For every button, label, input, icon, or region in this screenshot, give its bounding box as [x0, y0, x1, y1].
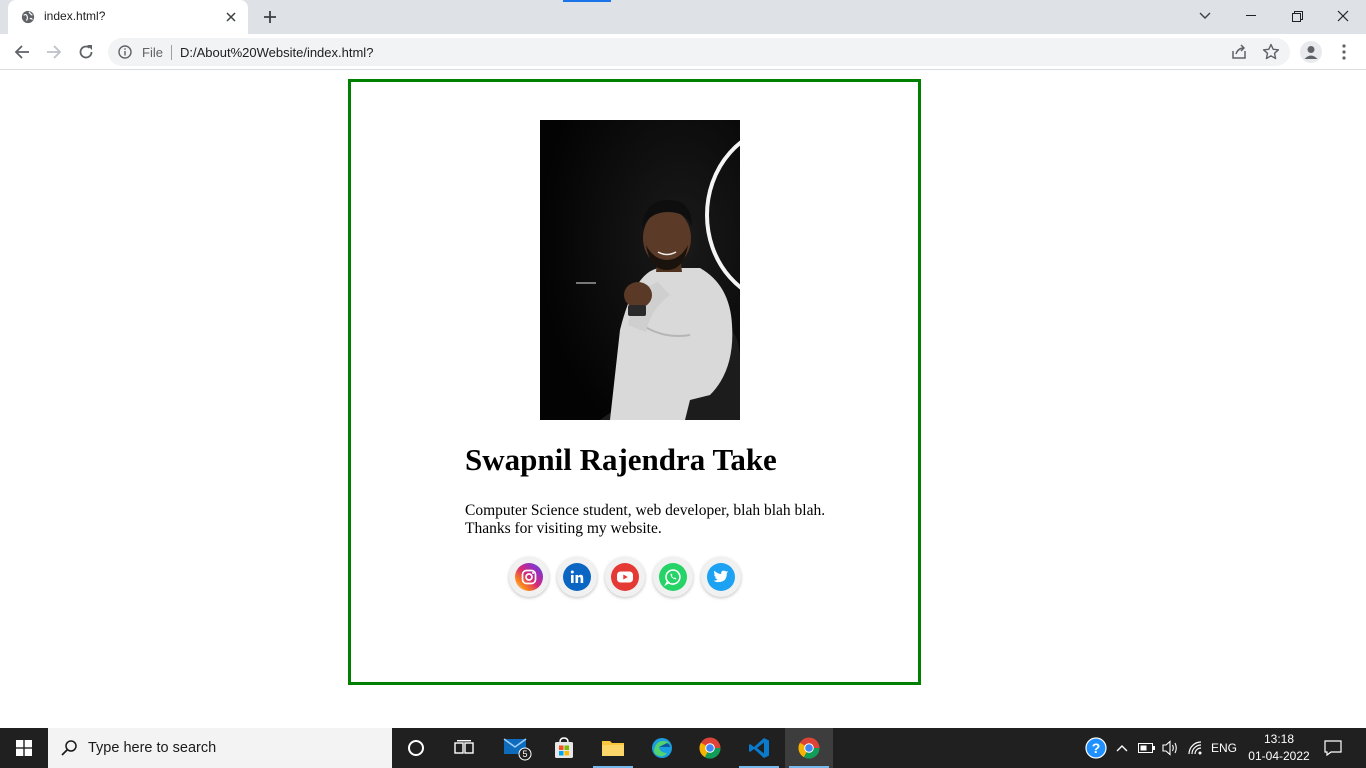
instagram-link[interactable]	[509, 557, 549, 597]
taskbar: Type here to search 5 ? ENG 13:18 01-04-…	[0, 728, 1366, 768]
tab-strip: index.html?	[0, 0, 1366, 34]
windows-logo-icon	[16, 740, 32, 756]
system-clock[interactable]: 13:18 01-04-2022	[1244, 731, 1314, 765]
start-button[interactable]	[0, 728, 48, 768]
store-icon	[555, 737, 573, 758]
battery-tray-button[interactable]	[1136, 728, 1158, 768]
profile-card: Swapnil Rajendra Take Computer Science s…	[348, 79, 921, 685]
taskbar-chrome[interactable]	[686, 728, 734, 768]
chrome-icon	[798, 737, 820, 759]
close-window-button[interactable]	[1320, 0, 1366, 32]
twitter-link[interactable]	[701, 557, 741, 597]
cortana-circle-icon	[408, 740, 424, 756]
share-icon[interactable]	[1230, 44, 1248, 60]
back-button[interactable]	[8, 38, 36, 66]
cortana-button[interactable]	[392, 728, 440, 768]
taskbar-vscode[interactable]	[735, 728, 783, 768]
battery-icon	[1138, 743, 1155, 753]
notifications-button[interactable]	[1318, 728, 1348, 768]
taskbar-chrome-active[interactable]	[785, 728, 833, 768]
bookmark-star-icon[interactable]	[1262, 43, 1280, 61]
taskbar-edge[interactable]	[638, 728, 686, 768]
whatsapp-link[interactable]	[653, 557, 693, 597]
volume-tray-button[interactable]	[1160, 728, 1182, 768]
task-view-icon	[454, 740, 474, 754]
twitter-icon	[707, 563, 735, 591]
youtube-icon	[611, 563, 639, 591]
help-tray-button[interactable]: ?	[1082, 728, 1110, 768]
loading-indicator	[563, 0, 611, 2]
show-hidden-icons-button[interactable]	[1112, 728, 1132, 768]
task-view-button[interactable]	[440, 728, 488, 768]
address-bar[interactable]: File D:/About%20Website/index.html?	[108, 38, 1290, 66]
network-tray-button[interactable]	[1185, 728, 1207, 768]
tab-title: index.html?	[44, 9, 106, 23]
new-tab-button[interactable]	[258, 6, 282, 28]
restore-button[interactable]	[1274, 0, 1320, 32]
clock-date: 01-04-2022	[1248, 749, 1310, 763]
language-indicator[interactable]: ENG	[1208, 728, 1240, 768]
tab-close-icon[interactable]	[222, 8, 240, 26]
profile-name: Swapnil Rajendra Take	[465, 442, 777, 477]
clock-time: 13:18	[1263, 732, 1295, 746]
omnibox-divider	[171, 45, 172, 60]
wifi-icon	[1188, 741, 1202, 755]
instagram-icon	[515, 563, 543, 591]
youtube-link[interactable]	[605, 557, 645, 597]
bio-line-1: Computer Science student, web developer,…	[465, 502, 826, 519]
help-icon: ?	[1085, 737, 1107, 759]
profile-avatar-icon[interactable]	[1300, 41, 1322, 63]
reload-button[interactable]	[72, 38, 100, 66]
social-links	[509, 557, 741, 597]
language-label: ENG	[1210, 741, 1237, 755]
whatsapp-icon	[659, 563, 687, 591]
profile-photo	[540, 120, 740, 420]
kebab-menu-icon[interactable]	[1336, 42, 1352, 62]
chevron-up-icon	[1116, 745, 1128, 752]
linkedin-link[interactable]	[557, 557, 597, 597]
linkedin-icon	[563, 563, 591, 591]
minimize-button[interactable]	[1228, 0, 1274, 32]
taskbar-file-explorer[interactable]	[589, 728, 637, 768]
search-placeholder: Type here to search	[88, 740, 217, 756]
taskbar-store[interactable]	[540, 728, 588, 768]
search-icon	[61, 740, 77, 756]
scheme-label: File	[142, 45, 163, 60]
mail-badge: 5	[522, 749, 527, 759]
url-text[interactable]: D:/About%20Website/index.html?	[180, 45, 373, 60]
tab-search-icon[interactable]	[1182, 0, 1228, 32]
profile-bio: Computer Science student, web developer,…	[465, 502, 865, 538]
edge-icon	[652, 738, 672, 758]
forward-button[interactable]	[40, 38, 68, 66]
globe-icon	[21, 10, 35, 24]
taskbar-mail[interactable]: 5	[493, 728, 541, 768]
info-icon[interactable]	[118, 45, 132, 59]
vscode-icon	[749, 738, 769, 758]
taskbar-search-box[interactable]: Type here to search	[48, 728, 392, 768]
speaker-icon	[1162, 740, 1177, 756]
svg-text:?: ?	[1092, 740, 1101, 756]
browser-toolbar: File D:/About%20Website/index.html?	[0, 34, 1366, 70]
folder-icon	[602, 741, 624, 756]
chrome-icon	[699, 737, 721, 759]
mail-icon: 5	[503, 738, 532, 761]
notification-icon	[1324, 740, 1342, 756]
bio-line-2: Thanks for visiting my website.	[465, 520, 662, 537]
page-viewport: Swapnil Rajendra Take Computer Science s…	[0, 71, 1366, 728]
browser-tab[interactable]: index.html?	[8, 0, 248, 34]
